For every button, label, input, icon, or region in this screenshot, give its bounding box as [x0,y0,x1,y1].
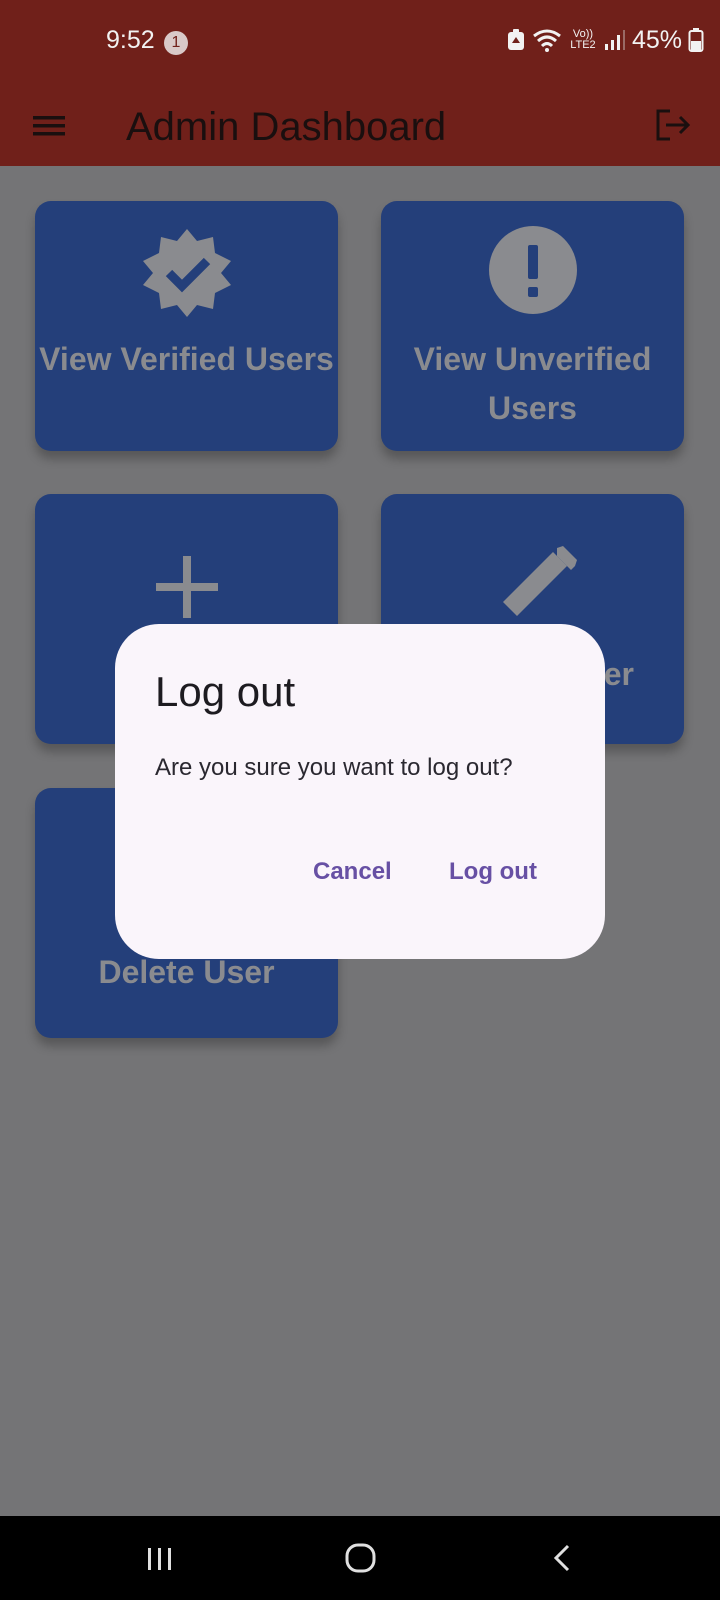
recent-apps-icon[interactable] [138,1536,182,1580]
plus-icon [155,556,218,618]
back-icon[interactable] [540,1536,584,1580]
edit-user-label: er [603,656,634,692]
battery-icon [688,28,704,52]
system-navigation-bar [0,1516,720,1600]
confirm-logout-button[interactable]: Log out [441,852,545,892]
menu-icon[interactable] [30,106,70,146]
status-bar: 9:52 1 Vo)) LTE2 45% [0,0,720,88]
app-bar: Admin Dashboard [0,88,720,166]
wifi-icon [533,29,561,52]
view-verified-users-label: View Verified Users [39,341,334,377]
recycle-battery-saver-icon [507,29,524,50]
signal-strength-icon [604,30,625,50]
view-verified-users-card[interactable]: View Verified Users [35,201,338,451]
home-icon[interactable] [339,1536,383,1580]
alert-circle-icon [488,226,577,314]
battery-percent: 45% [631,25,682,54]
status-time: 9:52 [106,26,155,54]
page-title: Admin Dashboard [126,105,447,149]
verified-badge-icon [142,229,231,317]
view-unverified-users-card[interactable]: View Unverified Users [381,201,684,451]
status-icons: Vo)) LTE2 45% [506,22,704,58]
logout-icon[interactable] [650,103,694,147]
dialog-title: Log out [155,668,296,715]
notification-count-badge: 1 [164,31,188,55]
view-unverified-users-label: View Unverified Users [413,341,652,426]
cancel-button[interactable]: Cancel [305,852,400,892]
volte-lte-label: Vo)) LTE2 [570,28,596,51]
logout-dialog: Log out Are you sure you want to log out… [115,624,605,959]
dialog-message: Are you sure you want to log out? [155,754,513,781]
